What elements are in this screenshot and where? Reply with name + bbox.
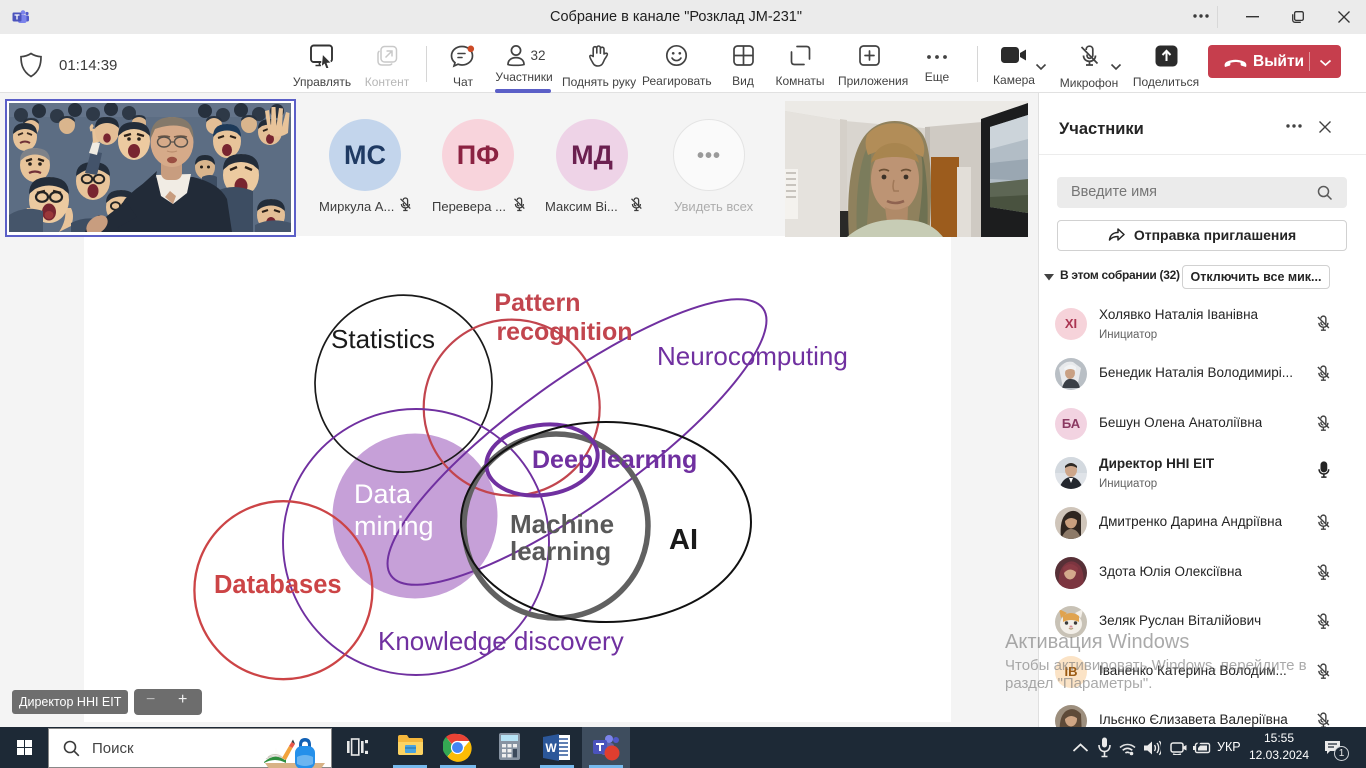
- svg-text:AI: AI: [669, 524, 698, 556]
- svg-text:mining: mining: [354, 511, 434, 541]
- svg-text:Neurocomputing: Neurocomputing: [657, 341, 848, 371]
- svg-text:learning: learning: [510, 536, 611, 566]
- svg-text:recognition: recognition: [496, 318, 632, 346]
- svg-text:Deep learning: Deep learning: [532, 446, 697, 474]
- svg-text:Machine: Machine: [510, 509, 614, 539]
- svg-text:Statistics: Statistics: [331, 324, 435, 354]
- svg-text:Data: Data: [354, 479, 412, 509]
- svg-text:Databases: Databases: [214, 571, 342, 599]
- svg-text:Knowledge discovery: Knowledge discovery: [378, 626, 624, 656]
- svg-text:Pattern: Pattern: [494, 289, 580, 317]
- svg-text:W: W: [545, 741, 557, 755]
